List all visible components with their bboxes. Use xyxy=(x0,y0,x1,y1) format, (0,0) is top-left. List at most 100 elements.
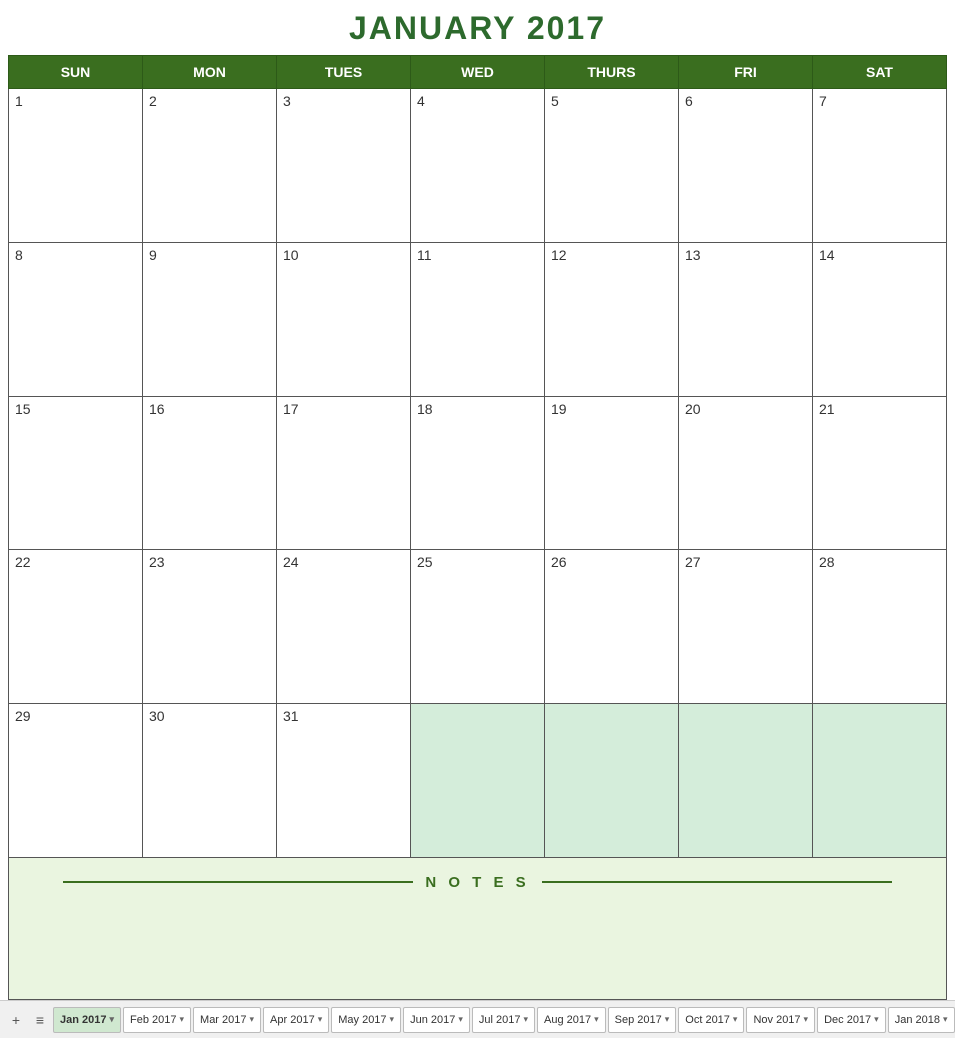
day-cell[interactable]: 14 xyxy=(813,242,947,396)
day-number: 30 xyxy=(149,708,165,724)
day-number: 24 xyxy=(283,554,299,570)
sheet-tab-dropdown-icon: ▾ xyxy=(874,1014,879,1025)
sheet-tab-label: Oct 2017 xyxy=(685,1014,730,1026)
sheet-tab-dropdown-icon: ▾ xyxy=(594,1014,599,1025)
day-cell[interactable]: 8 xyxy=(9,242,143,396)
day-cell[interactable] xyxy=(679,704,813,858)
day-number: 29 xyxy=(15,708,31,724)
day-number: 13 xyxy=(685,247,701,263)
day-cell[interactable]: 30 xyxy=(143,704,277,858)
week-row-2: 15 1617 18 192021 xyxy=(9,396,947,550)
day-cell[interactable] xyxy=(411,704,545,858)
day-cell[interactable]: 15 xyxy=(9,396,143,550)
day-number: 14 xyxy=(819,247,835,263)
day-number: 23 xyxy=(149,554,165,570)
day-cell[interactable]: 4 xyxy=(411,89,545,243)
day-cell[interactable]: 11 xyxy=(411,242,545,396)
calendar-title: JANUARY 2017 xyxy=(8,0,947,55)
sheet-tab-may-2017[interactable]: May 2017▾ xyxy=(331,1007,401,1033)
day-cell[interactable]: 12 xyxy=(545,242,679,396)
day-number: 31 xyxy=(283,708,299,724)
day-cell[interactable]: 29 xyxy=(9,704,143,858)
day-cell[interactable]: 9 xyxy=(143,242,277,396)
day-cell[interactable]: 13 xyxy=(679,242,813,396)
day-cell[interactable]: 7 xyxy=(813,89,947,243)
sheet-tab-apr-2017[interactable]: Apr 2017▾ xyxy=(263,1007,329,1033)
header-day-sun: SUN xyxy=(9,56,143,89)
day-number: 2 xyxy=(149,93,157,109)
add-sheet-button[interactable]: + xyxy=(4,1008,28,1032)
day-cell[interactable]: 1 xyxy=(9,89,143,243)
day-cell[interactable]: 20 xyxy=(679,396,813,550)
sheet-tab-label: Sep 2017 xyxy=(615,1014,662,1026)
sheet-tab-feb-2017[interactable]: Feb 2017▾ xyxy=(123,1007,191,1033)
day-cell[interactable]: 18 xyxy=(411,396,545,550)
day-number: 9 xyxy=(149,247,157,263)
sheet-tab-dropdown-icon: ▾ xyxy=(109,1014,114,1025)
day-number: 28 xyxy=(819,554,835,570)
sheet-tab-sep-2017[interactable]: Sep 2017▾ xyxy=(608,1007,677,1033)
day-cell[interactable]: 10 xyxy=(277,242,411,396)
day-cell[interactable]: 22 xyxy=(9,550,143,704)
day-number: 4 xyxy=(417,93,425,109)
calendar-body: 1234567891011121314151617181920212223242… xyxy=(9,89,947,1000)
notes-cell[interactable]: N O T E S xyxy=(9,857,947,999)
day-cell[interactable] xyxy=(545,704,679,858)
sheet-tab-mar-2017[interactable]: Mar 2017 ▾ xyxy=(193,1007,261,1033)
notes-label-row: N O T E S xyxy=(63,874,892,891)
header-row: SUNMONTUESWEDTHURSFRISAT xyxy=(9,56,947,89)
day-number: 27 xyxy=(685,554,701,570)
sheet-tab-dropdown-icon: ▾ xyxy=(390,1014,395,1025)
week-row-4: 29 30 31 xyxy=(9,704,947,858)
day-cell[interactable]: 24 xyxy=(277,550,411,704)
header-day-thurs: THURS xyxy=(545,56,679,89)
day-cell[interactable]: 3 xyxy=(277,89,411,243)
day-cell[interactable]: 2 xyxy=(143,89,277,243)
day-cell[interactable]: 28 xyxy=(813,550,947,704)
day-cell[interactable]: 26 xyxy=(545,550,679,704)
sheet-tab-jul-2017[interactable]: Jul 2017▾ xyxy=(472,1007,535,1033)
calendar-table: SUNMONTUESWEDTHURSFRISAT 123456789101112… xyxy=(8,55,947,1000)
bottom-tabs: + ≡ Jan 2017▾Feb 2017▾Mar 2017▾Apr 2017▾… xyxy=(0,1000,955,1038)
day-number: 1 xyxy=(15,93,23,109)
calendar-container: JANUARY 2017 SUNMONTUESWEDTHURSFRISAT 12… xyxy=(0,0,955,1000)
notes-line-left xyxy=(63,881,413,883)
day-cell[interactable]: 19 xyxy=(545,396,679,550)
day-number: 15 xyxy=(15,401,31,417)
sheet-tab-label: Jun 2017 xyxy=(410,1014,455,1026)
day-number: 11 xyxy=(417,247,432,263)
sheet-tab-label: Dec 2017 xyxy=(824,1014,871,1026)
day-cell[interactable]: 16 xyxy=(143,396,277,550)
day-cell[interactable]: 31 xyxy=(277,704,411,858)
menu-icon[interactable]: ≡ xyxy=(28,1008,52,1032)
sheet-tab-aug-2017[interactable]: Aug 2017▾ xyxy=(537,1007,606,1033)
day-number: 18 xyxy=(417,401,433,417)
sheet-tab-jan-2017[interactable]: Jan 2017▾ xyxy=(53,1007,121,1033)
header-day-mon: MON xyxy=(143,56,277,89)
day-number: 22 xyxy=(15,554,31,570)
sheet-tab-nov-2017[interactable]: Nov 2017▾ xyxy=(746,1007,815,1033)
sheet-tab-oct-2017[interactable]: Oct 2017▾ xyxy=(678,1007,744,1033)
day-cell[interactable]: 17 xyxy=(277,396,411,550)
day-cell[interactable]: 27 xyxy=(679,550,813,704)
week-row-1: 89 10 11 12 13 14 xyxy=(9,242,947,396)
day-number: 12 xyxy=(551,247,567,263)
day-cell[interactable]: 25 xyxy=(411,550,545,704)
day-cell[interactable] xyxy=(813,704,947,858)
sheet-tab-dropdown-icon: ▾ xyxy=(733,1014,738,1025)
day-cell[interactable]: 5 xyxy=(545,89,679,243)
sheet-tab-dropdown-icon: ▾ xyxy=(458,1014,463,1025)
sheet-tab-label: Mar 2017 xyxy=(200,1014,246,1026)
day-number: 25 xyxy=(417,554,433,570)
sheet-tab-dec-2017[interactable]: Dec 2017▾ xyxy=(817,1007,886,1033)
day-cell[interactable]: 6 xyxy=(679,89,813,243)
notes-section: N O T E S xyxy=(17,866,938,991)
sheet-tab-jun-2017[interactable]: Jun 2017▾ xyxy=(403,1007,470,1033)
sheet-tab-dropdown-icon: ▾ xyxy=(250,1014,255,1025)
sheet-tab-label: Aug 2017 xyxy=(544,1014,591,1026)
sheet-tab-dropdown-icon: ▾ xyxy=(804,1014,809,1025)
day-cell[interactable]: 21 xyxy=(813,396,947,550)
sheet-tab-jan-2018[interactable]: Jan 2018▾ xyxy=(888,1007,955,1033)
sheet-tab-label: Apr 2017 xyxy=(270,1014,315,1026)
day-cell[interactable]: 23 xyxy=(143,550,277,704)
